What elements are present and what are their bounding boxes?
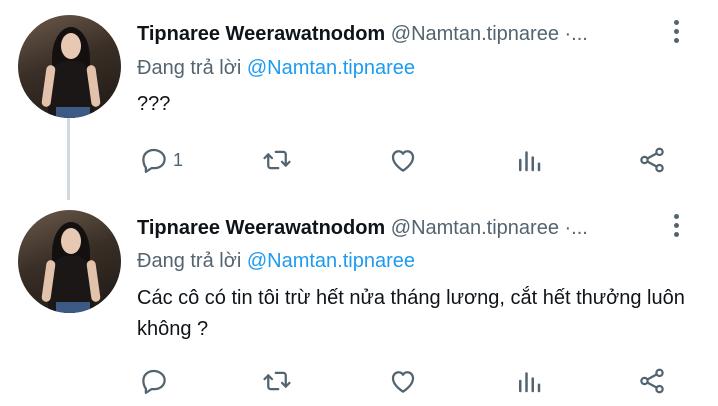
views-icon bbox=[519, 151, 541, 172]
tweet-text: Các cô có tin tôi trừ hết nửa tháng lươn… bbox=[137, 287, 685, 340]
reply-count: 1 bbox=[173, 149, 184, 170]
tweet-text: ??? bbox=[137, 93, 171, 115]
user-handle[interactable]: @Namtan.tipnaree ·... bbox=[391, 217, 588, 239]
user-handle[interactable]: @Namtan.tipnaree ·... bbox=[391, 23, 588, 45]
like-icon bbox=[391, 150, 415, 172]
mention-link[interactable]: @Namtan.tipnaree bbox=[247, 57, 415, 79]
mention-link[interactable]: @Namtan.tipnaree bbox=[247, 250, 415, 272]
display-name[interactable]: Tipnaree Weerawatnodom bbox=[137, 217, 385, 239]
share-button[interactable] bbox=[637, 364, 667, 398]
views-button[interactable] bbox=[514, 364, 544, 398]
tweet-header: Tipnaree Weerawatnodom @Namtan.tipnaree … bbox=[137, 22, 677, 46]
retweet-icon bbox=[263, 150, 291, 170]
share-icon bbox=[640, 147, 664, 173]
display-name[interactable]: Tipnaree Weerawatnodom bbox=[137, 23, 385, 45]
replying-to-label: Đang trả lời bbox=[137, 250, 242, 272]
retweet-icon bbox=[263, 371, 291, 391]
action-bar bbox=[0, 364, 718, 398]
avatar[interactable] bbox=[18, 210, 121, 313]
action-bar: 1 bbox=[0, 143, 718, 177]
like-icon bbox=[391, 371, 415, 393]
tweet-header: Tipnaree Weerawatnodom @Namtan.tipnaree … bbox=[137, 216, 677, 240]
retweet-button[interactable] bbox=[262, 143, 292, 177]
replying-to: Đang trả lời @Namtan.tipnaree bbox=[137, 249, 415, 273]
more-icon[interactable] bbox=[671, 20, 681, 48]
replying-to-label: Đang trả lời bbox=[137, 57, 242, 79]
views-button[interactable] bbox=[514, 143, 544, 177]
share-icon bbox=[640, 368, 664, 394]
more-icon[interactable] bbox=[671, 214, 681, 242]
reply-button[interactable]: 1 bbox=[139, 143, 183, 177]
reply-icon bbox=[142, 369, 166, 394]
reply-button[interactable] bbox=[139, 364, 173, 398]
avatar[interactable] bbox=[18, 15, 121, 118]
like-button[interactable] bbox=[388, 364, 418, 398]
reply-icon bbox=[142, 148, 166, 173]
like-button[interactable] bbox=[388, 143, 418, 177]
tweet: Tipnaree Weerawatnodom @Namtan.tipnaree … bbox=[0, 200, 718, 406]
tweet: Tipnaree Weerawatnodom @Namtan.tipnaree … bbox=[0, 0, 718, 200]
views-icon bbox=[519, 372, 541, 393]
share-button[interactable] bbox=[637, 143, 667, 177]
replying-to: Đang trả lời @Namtan.tipnaree bbox=[137, 56, 415, 80]
retweet-button[interactable] bbox=[262, 364, 292, 398]
